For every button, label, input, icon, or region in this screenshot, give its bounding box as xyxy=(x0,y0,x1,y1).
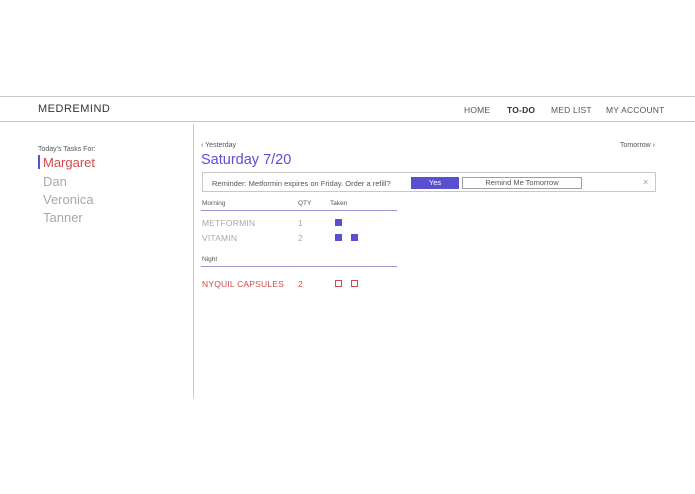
sidebar-divider xyxy=(193,124,194,398)
nav-todo[interactable]: TO-DO xyxy=(507,105,535,115)
taken-checkbox[interactable] xyxy=(351,234,358,241)
nav-med-list[interactable]: MED LIST xyxy=(551,105,592,115)
night-header: Night xyxy=(202,256,218,263)
morning-header: Morning xyxy=(202,200,226,207)
day-title: Saturday 7/20 xyxy=(201,152,292,168)
app-brand[interactable]: MEDREMIND xyxy=(38,103,110,115)
tomorrow-link[interactable]: Tomorrow › xyxy=(620,142,655,149)
qty-header: QTY xyxy=(298,200,312,207)
taken-checkbox[interactable] xyxy=(335,219,342,226)
refill-reminder-banner: Reminder: Metformin expires on Friday. O… xyxy=(202,172,656,192)
close-icon[interactable]: × xyxy=(643,177,648,187)
reminder-text: Reminder: Metformin expires on Friday. O… xyxy=(212,179,391,188)
med-name: METFORMIN xyxy=(202,218,256,228)
med-name: NYQUIL CAPSULES xyxy=(202,279,285,289)
taken-checkbox[interactable] xyxy=(351,280,358,287)
med-qty: 2 xyxy=(298,233,303,243)
person-margaret[interactable]: Margaret xyxy=(43,155,95,170)
nav-home[interactable]: HOME xyxy=(464,105,490,115)
night-divider xyxy=(201,266,397,267)
active-person-indicator xyxy=(38,155,40,169)
taken-header: Taken xyxy=(330,200,348,207)
med-name: VITAMIN xyxy=(202,233,238,243)
yes-button[interactable]: Yes xyxy=(411,177,459,189)
taken-checkbox[interactable] xyxy=(335,280,342,287)
morning-divider xyxy=(201,210,397,211)
taken-checkbox[interactable] xyxy=(335,234,342,241)
yesterday-link[interactable]: ‹ Yesterday xyxy=(201,142,236,149)
tasks-for-label: Today's Tasks For: xyxy=(38,146,96,153)
top-nav-bar: MEDREMIND HOME TO-DO MED LIST MY ACCOUNT xyxy=(0,96,695,122)
remind-tomorrow-button[interactable]: Remind Me Tomorrow xyxy=(462,177,582,189)
person-tanner[interactable]: Tanner xyxy=(43,210,83,225)
person-veronica[interactable]: Veronica xyxy=(43,192,94,207)
med-qty: 2 xyxy=(298,279,303,289)
med-qty: 1 xyxy=(298,218,303,228)
nav-my-account[interactable]: MY ACCOUNT xyxy=(606,105,665,115)
person-dan[interactable]: Dan xyxy=(43,174,67,189)
